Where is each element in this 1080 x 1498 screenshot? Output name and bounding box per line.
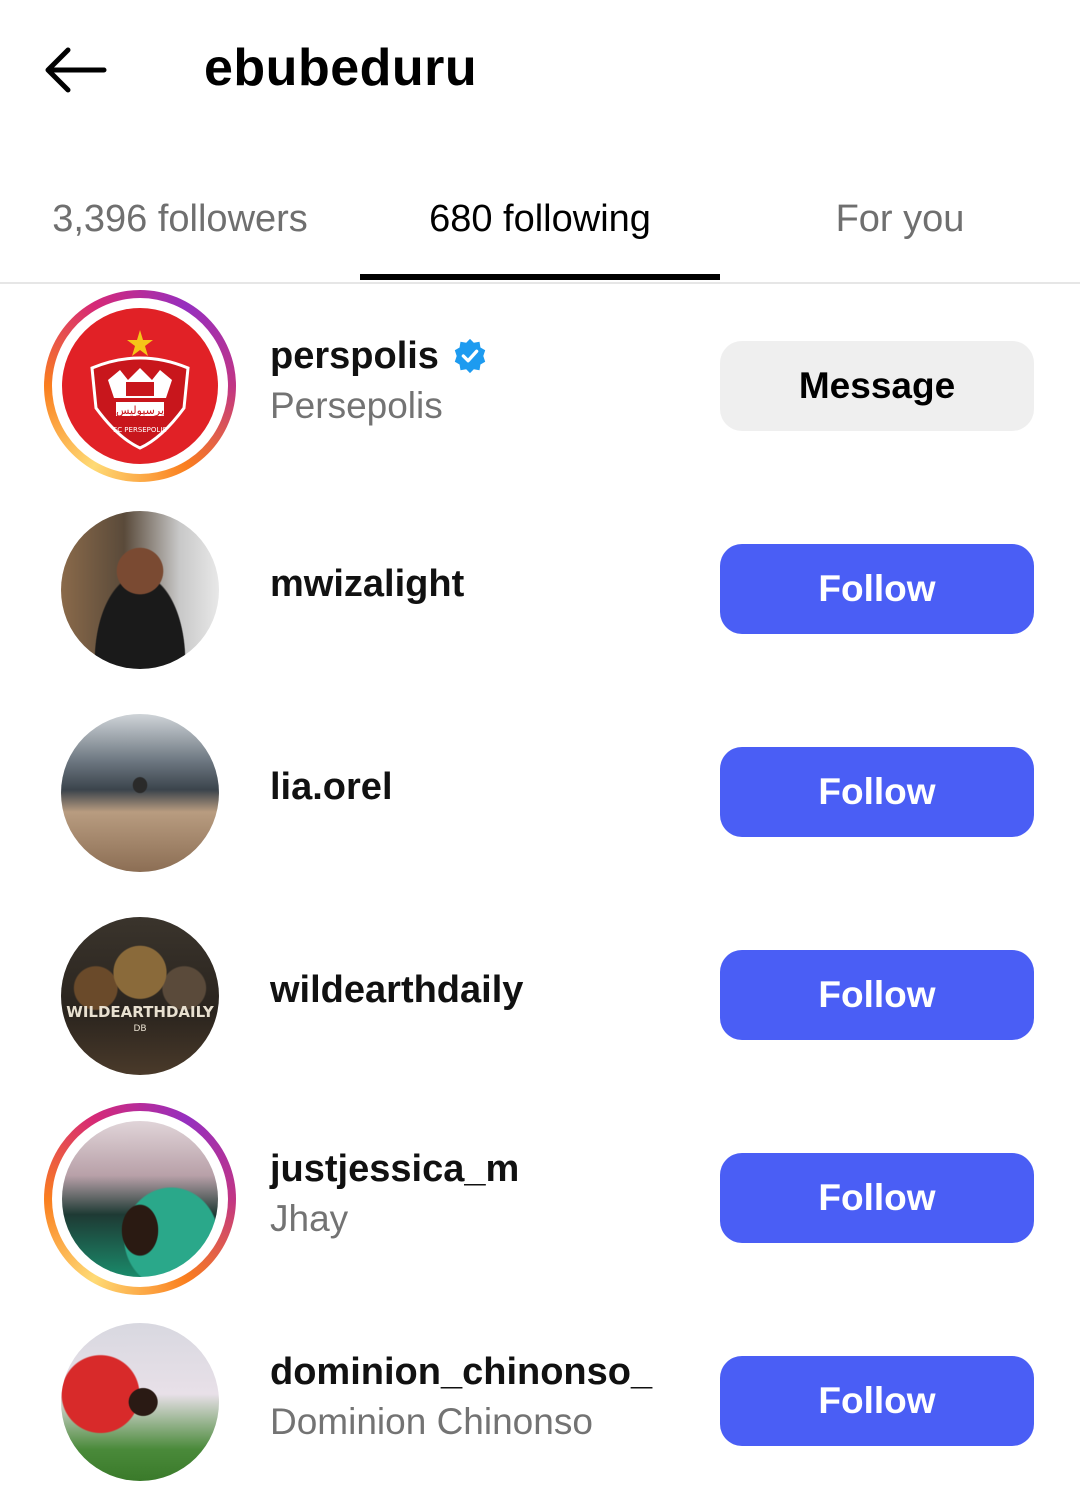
- follow-button[interactable]: Follow: [720, 1356, 1034, 1446]
- user-names: mwizalight: [270, 560, 464, 608]
- username[interactable]: perspolis: [270, 332, 489, 380]
- username-text[interactable]: perspolis: [270, 332, 439, 380]
- profile-username-title: ebubeduru: [204, 39, 478, 97]
- list-item[interactable]: WILDEARTHDAILY DB wildearthdaily Follow: [0, 906, 1080, 1086]
- wildearthdaily-logo: WILDEARTHDAILY DB: [61, 917, 219, 1075]
- profile-photo: [61, 714, 219, 872]
- full-name: Dominion Chinonso: [270, 1401, 593, 1442]
- profile-photo: [61, 1323, 219, 1481]
- story-ring-gap: [52, 1111, 228, 1287]
- tab-following[interactable]: 680 following: [360, 160, 720, 278]
- avatar[interactable]: [44, 697, 236, 889]
- username-text[interactable]: dominion_chinonso_: [270, 1348, 652, 1396]
- follow-button[interactable]: Follow: [720, 544, 1034, 634]
- list-item[interactable]: پرسپولیس FC PERSEPOLIS perspolis Persepo…: [0, 290, 1080, 482]
- full-name: Persepolis: [270, 385, 443, 426]
- back-button[interactable]: [40, 38, 120, 102]
- top-bar: ebubeduru: [0, 0, 1080, 140]
- username-text[interactable]: justjessica_m: [270, 1145, 519, 1193]
- user-names: dominion_chinonso_ Dominion Chinonso: [270, 1348, 652, 1446]
- username[interactable]: justjessica_m: [270, 1145, 519, 1193]
- user-names: justjessica_m Jhay: [270, 1145, 519, 1243]
- avatar[interactable]: [44, 494, 236, 686]
- message-button[interactable]: Message: [720, 341, 1034, 431]
- list-item[interactable]: dominion_chinonso_ Dominion Chinonso Fol…: [0, 1312, 1080, 1492]
- crest-arabic-text: پرسپولیس: [116, 404, 164, 417]
- persepolis-crest-icon: پرسپولیس FC PERSEPOLIS: [62, 308, 218, 464]
- wildearthdaily-logo-sub: DB: [133, 1024, 146, 1034]
- tab-for-you[interactable]: For you: [720, 160, 1080, 278]
- tab-followers[interactable]: 3,396 followers: [0, 160, 360, 278]
- avatar[interactable]: [44, 1103, 236, 1295]
- username-text[interactable]: lia.orel: [270, 763, 393, 811]
- full-name: Jhay: [270, 1198, 349, 1239]
- list-item[interactable]: mwizalight Follow: [0, 500, 1080, 680]
- list-item[interactable]: justjessica_m Jhay Follow: [0, 1103, 1080, 1295]
- active-tab-indicator: [360, 274, 720, 280]
- wildearthdaily-logo-text: WILDEARTHDAILY: [66, 1003, 215, 1021]
- username[interactable]: wildearthdaily: [270, 966, 523, 1014]
- story-ring-gap: پرسپولیس FC PERSEPOLIS: [52, 298, 228, 474]
- follow-button[interactable]: Follow: [720, 950, 1034, 1040]
- user-names: lia.orel: [270, 763, 393, 811]
- user-names: perspolis Persepolis: [270, 332, 489, 430]
- list-item[interactable]: lia.orel Follow: [0, 703, 1080, 883]
- back-arrow-icon: [45, 47, 107, 93]
- crest-latin-text: FC PERSEPOLIS: [113, 426, 167, 434]
- user-names: wildearthdaily: [270, 966, 523, 1014]
- username-text[interactable]: wildearthdaily: [270, 966, 523, 1014]
- profile-photo: [61, 511, 219, 669]
- follow-button[interactable]: Follow: [720, 747, 1034, 837]
- avatar[interactable]: [44, 1306, 236, 1498]
- follow-button[interactable]: Follow: [720, 1153, 1034, 1243]
- verified-badge-icon: [454, 338, 486, 374]
- username[interactable]: lia.orel: [270, 763, 393, 811]
- username[interactable]: dominion_chinonso_: [270, 1348, 652, 1396]
- avatar[interactable]: WILDEARTHDAILY DB: [44, 900, 236, 1092]
- username[interactable]: mwizalight: [270, 560, 464, 608]
- profile-photo: [62, 1121, 218, 1277]
- username-text[interactable]: mwizalight: [270, 560, 464, 608]
- avatar[interactable]: پرسپولیس FC PERSEPOLIS: [44, 290, 236, 482]
- follow-tabs: 3,396 followers 680 following For you: [0, 160, 1080, 284]
